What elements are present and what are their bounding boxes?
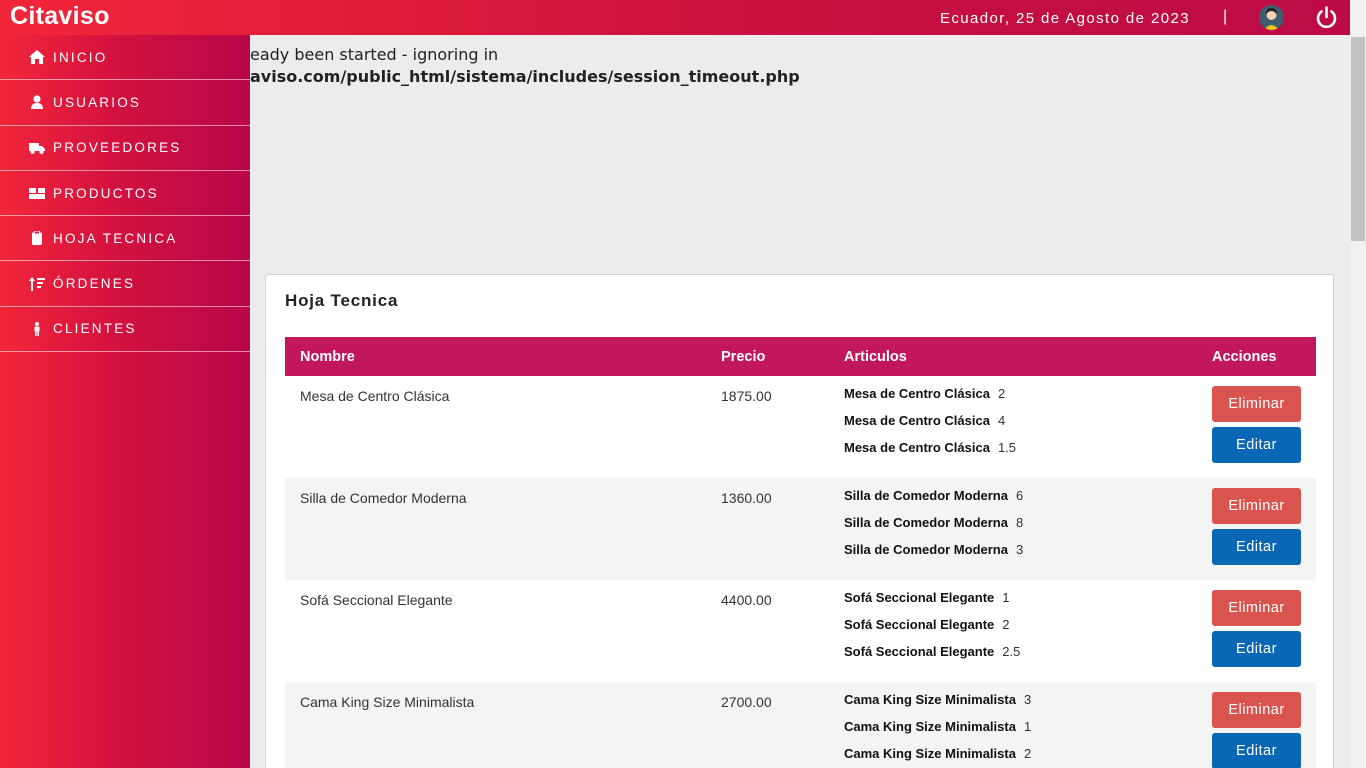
article-list: Silla de Comedor Moderna 6 Silla de Comed… [844,488,1023,569]
truck-icon [29,142,45,154]
card-title: Hoja Tecnica [285,291,399,310]
article-item: Cama King Size Minimalista 3 [844,692,1032,707]
product-price: 1875.00 [721,388,772,404]
sidebar-item-clientes[interactable]: CLIENTES [0,307,250,353]
product-name: Silla de Comedor Moderna [300,490,467,506]
article-list: Sofá Seccional Elegante 1 Sofá Seccional … [844,590,1020,671]
top-bar: Citaviso Ecuador, 25 de Agosto de 2023 | [0,0,1350,35]
edit-button[interactable]: Editar [1212,529,1301,565]
boxes-icon [29,188,45,200]
sidebar-item-label: CLIENTES [53,321,137,337]
user-avatar-icon[interactable] [1259,5,1284,30]
article-list: Cama King Size Minimalista 3 Cama King Si… [844,692,1031,768]
sidebar-item-ordenes[interactable]: ÓRDENES [0,261,250,307]
sidebar-item-label: HOJA TECNICA [53,230,178,246]
edit-button[interactable]: Editar [1212,427,1301,463]
product-name: Sofá Seccional Elegante [300,592,453,608]
product-price: 2700.00 [721,694,772,710]
user-icon [31,95,43,110]
sidebar-item-label: PROVEEDORES [53,140,182,156]
delete-button[interactable]: Eliminar [1212,488,1301,524]
article-item: Sofá Seccional Elegante 2.5 [844,644,1021,659]
product-name: Mesa de Centro Clásica [300,388,450,404]
sidebar-item-label: INICIO [53,49,108,65]
warning-line-1: eady been started - ignoring in [250,45,499,64]
article-item: Mesa de Centro Clásica 1.5 [844,440,1017,455]
sidebar-item-label: USUARIOS [53,94,142,110]
article-item: Cama King Size Minimalista 2 [844,746,1032,761]
sort-icon [29,276,45,291]
delete-button[interactable]: Eliminar [1212,386,1301,422]
table-header: Nombre Precio Articulos Acciones [285,337,1316,376]
table-row: Silla de Comedor Moderna 1360.00 Silla d… [285,478,1316,580]
article-item: Silla de Comedor Moderna 6 [844,488,1024,503]
person-icon [34,321,40,336]
php-warning: eady been started - ignoring in aviso.co… [250,44,850,88]
table-row: Mesa de Centro Clásica 1875.00 Mesa de C… [285,376,1316,478]
article-item: Silla de Comedor Moderna 3 [844,542,1024,557]
product-price: 4400.00 [721,592,772,608]
column-header-acciones: Acciones [1212,349,1277,365]
article-item: Cama King Size Minimalista 1 [844,719,1032,734]
hoja-tecnica-card: Hoja Tecnica Nombre Precio Articulos Acc… [265,274,1334,768]
product-name: Cama King Size Minimalista [300,694,475,710]
edit-button[interactable]: Editar [1212,733,1301,768]
hoja-tecnica-table: Nombre Precio Articulos Acciones Mesa de… [285,337,1316,768]
article-item: Sofá Seccional Elegante 1 [844,590,1010,605]
header-separator: | [1223,8,1228,25]
sidebar-item-hoja-tecnica[interactable]: HOJA TECNICA [0,216,250,262]
table-row: Cama King Size Minimalista 2700.00 Cama … [285,682,1316,768]
table-row: Sofá Seccional Elegante 4400.00 Sofá Sec… [285,580,1316,682]
sidebar-item-inicio[interactable]: INICIO [0,35,250,81]
sidebar-item-usuarios[interactable]: USUARIOS [0,80,250,126]
product-price: 1360.00 [721,490,772,506]
brand-logo[interactable]: Citaviso [10,2,110,31]
column-header-articulos: Articulos [844,349,907,365]
column-header-precio: Precio [721,349,766,365]
article-item: Mesa de Centro Clásica 4 [844,413,1006,428]
sidebar: INICIO USUARIOS PROVEEDORES PRODUCTOS HO… [0,35,250,768]
sidebar-item-label: ÓRDENES [53,276,136,292]
current-date: Ecuador, 25 de Agosto de 2023 [940,10,1190,27]
edit-button[interactable]: Editar [1212,631,1301,667]
article-item: Sofá Seccional Elegante 2 [844,617,1010,632]
sidebar-item-label: PRODUCTOS [53,185,159,201]
sidebar-item-proveedores[interactable]: PROVEEDORES [0,126,250,171]
article-item: Silla de Comedor Moderna 8 [844,515,1024,530]
clipboard-icon [32,231,42,246]
delete-button[interactable]: Eliminar [1212,590,1301,626]
delete-button[interactable]: Eliminar [1212,692,1301,728]
column-header-nombre: Nombre [300,349,355,365]
article-item: Mesa de Centro Clásica 2 [844,386,1006,401]
article-list: Mesa de Centro Clásica 2 Mesa de Centro C… [844,386,1016,467]
power-icon[interactable] [1314,5,1339,30]
warning-line-2: aviso.com/public_html/sistema/includes/s… [250,67,800,86]
sidebar-item-productos[interactable]: PRODUCTOS [0,171,250,217]
home-icon [29,50,45,65]
scrollbar-thumb[interactable] [1351,37,1365,241]
